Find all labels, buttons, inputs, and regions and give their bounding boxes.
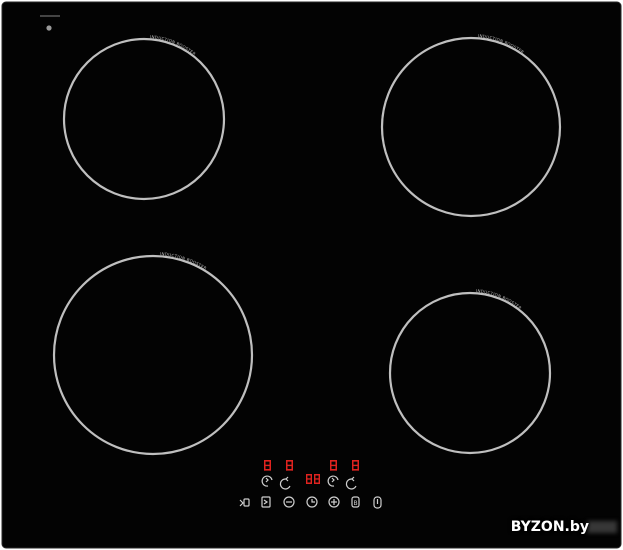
svg-text:B: B	[354, 500, 358, 507]
sensor-indicator-icon	[46, 25, 52, 31]
sensor-mark	[40, 15, 60, 17]
watermark-smudge	[587, 521, 617, 533]
cooktop-photo: INDUCTION BOOSTER INDUCTION BOOSTER INDU…	[0, 0, 623, 550]
zone-display-1	[264, 460, 271, 471]
zone-display-4	[352, 460, 359, 471]
watermark-text: BYZON.by	[510, 519, 589, 535]
cooktop-glass: INDUCTION BOOSTER INDUCTION BOOSTER INDU…	[1, 1, 622, 549]
zone-display-3	[330, 460, 337, 471]
zone-display-2	[286, 460, 293, 471]
